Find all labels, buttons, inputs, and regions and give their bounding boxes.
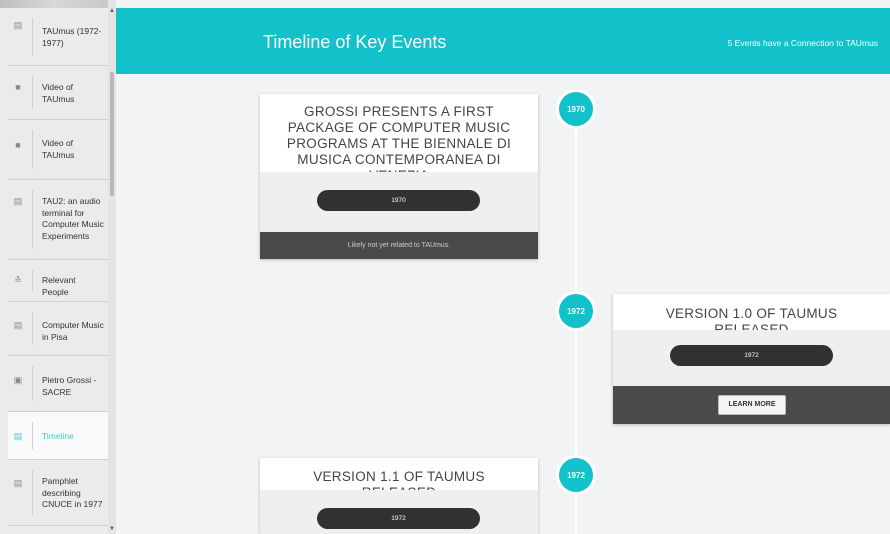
sidebar-item-pietro-grossi[interactable]: ▣ Pietro Grossi - SACRE [8, 356, 108, 412]
learn-more-button[interactable]: LEARN MORE [718, 395, 786, 415]
scroll-up-arrow-icon[interactable]: ▲ [109, 8, 115, 14]
sidebar-top-image [0, 0, 108, 8]
year-badge: 1972 [559, 458, 593, 492]
sidebar-item-computer-music-pisa[interactable]: ▤ Computer Music in Pisa [8, 302, 108, 356]
year-badge: 1972 [559, 294, 593, 328]
event-card: VERSION 1.1 OF TAUMUS RELEASED 1972 [260, 458, 538, 534]
year-badge: 1970 [559, 92, 593, 126]
sidebar-item-relevant-people[interactable]: ≛ Relevant People [8, 260, 108, 302]
connection-count: 5 Events have a Connection to TAUmus [727, 38, 878, 48]
image-icon: ▣ [13, 375, 23, 385]
sidebar-scroll-thumb[interactable] [110, 72, 114, 196]
document-icon: ▤ [13, 320, 23, 330]
document-icon: ▤ [13, 196, 23, 206]
sidebar-item-label: Timeline [42, 431, 74, 441]
timeline-icon: ▤ [13, 431, 23, 441]
sidebar-item-video-2[interactable]: ■ Video of TAUmus [8, 120, 108, 180]
scroll-down-arrow-icon[interactable]: ▼ [109, 526, 115, 532]
sidebar-item-label: Relevant People [42, 275, 76, 297]
date-pill: 1972 [317, 508, 480, 529]
video-icon: ■ [15, 140, 21, 150]
event-footer-note: Likely not yet related to TAUmus. [260, 232, 538, 259]
sidebar-item-timeline[interactable]: ▤ Timeline [8, 412, 108, 460]
event-footer: LEARN MORE [613, 386, 890, 424]
sidebar-item-tau2[interactable]: ▤ TAU2: an audio terminal for Computer M… [8, 180, 108, 260]
event-date-area: 1970 [260, 172, 538, 232]
event-date-area: 1972 [613, 330, 890, 386]
event-card: GROSSI PRESENTS A FIRST PACKAGE OF COMPU… [260, 94, 538, 259]
people-icon: ≛ [14, 275, 22, 285]
event-date-area: 1972 [260, 490, 538, 534]
sidebar-item-label: Pietro Grossi - SACRE [42, 375, 97, 397]
date-pill: 1970 [317, 190, 480, 211]
sidebar-item-label: Computer Music in Pisa [42, 320, 104, 342]
event-card: VERSION 1.0 OF TAUMUS RELEASED 1972 LEAR… [613, 294, 890, 424]
document-icon: ▤ [13, 478, 23, 488]
date-pill: 1972 [670, 345, 833, 366]
page-header: Timeline of Key Events 5 Events have a C… [116, 8, 890, 74]
sidebar-item-label: Video of TAUmus [42, 138, 75, 160]
sidebar-item-label: Video of TAUmus [42, 82, 75, 104]
video-icon: ■ [15, 82, 21, 92]
sidebar-nav: ▤ TAUmus (1972-1977) ■ Video of TAUmus ■… [0, 0, 116, 534]
sidebar-item-label: TAUmus (1972-1977) [42, 26, 102, 48]
sidebar-item-label: TAU2: an audio terminal for Computer Mus… [42, 196, 104, 241]
document-icon: ▤ [13, 20, 23, 30]
sidebar-item-taumus[interactable]: ▤ TAUmus (1972-1977) [8, 8, 108, 66]
sidebar-item-video-1[interactable]: ■ Video of TAUmus [8, 66, 108, 120]
sidebar-item-label: Pamphlet describing CNUCE in 1977 [42, 476, 103, 509]
page-title: Timeline of Key Events [263, 32, 447, 52]
sidebar-item-pamphlet[interactable]: ▤ Pamphlet describing CNUCE in 1977 [8, 460, 108, 526]
